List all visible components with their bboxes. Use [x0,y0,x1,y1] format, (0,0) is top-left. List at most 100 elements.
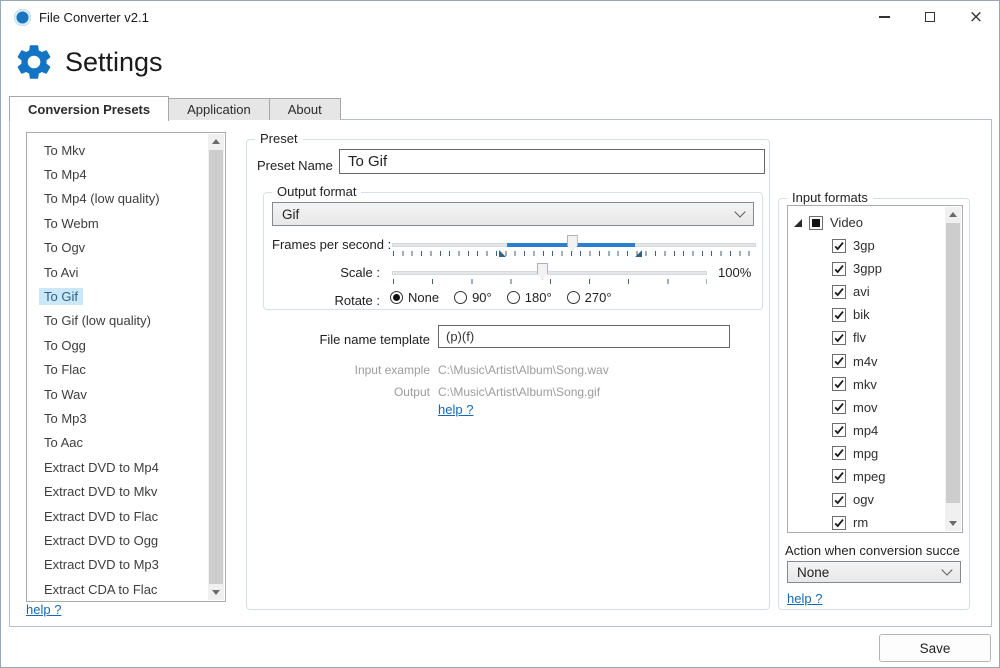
preset-list-item-label: To Ogv [39,239,90,256]
rotate-radio-option[interactable]: 180° [507,290,552,305]
tree-item-format[interactable]: flv [788,326,962,349]
maximize-button[interactable] [907,1,953,33]
scale-slider-thumb[interactable] [537,263,548,280]
preset-list-item[interactable]: Extract DVD to Mp4 [27,455,208,479]
scale-slider[interactable] [392,261,707,287]
check-icon [833,332,845,344]
preset-list-item-label: To Mp3 [39,410,92,427]
format-checkbox[interactable] [832,446,846,460]
check-icon [833,517,845,529]
preset-list-item-label: To Aac [39,434,88,451]
preset-list-item-label: To Wav [39,386,92,403]
format-checkbox[interactable] [832,331,846,345]
scroll-down-arrow[interactable] [945,516,961,531]
preset-list-item[interactable]: To Gif (low quality) [27,309,208,333]
format-checkbox[interactable] [832,354,846,368]
tree-item-format[interactable]: ogv [788,488,962,511]
scroll-down-arrow[interactable] [208,585,224,600]
format-checkbox[interactable] [832,239,846,253]
scroll-thumb[interactable] [946,223,960,503]
action-select[interactable]: None [787,561,961,583]
tree-item-format[interactable]: 3gpp [788,257,962,280]
tree-item-video[interactable]: Video [788,211,962,234]
tree-item-format[interactable]: 3gp [788,234,962,257]
preset-list-item-label: To Gif (low quality) [39,312,156,329]
fps-slider[interactable] [392,233,756,259]
format-checkbox[interactable] [832,262,846,276]
tree-item-format[interactable]: mov [788,396,962,419]
save-button[interactable]: Save [879,634,991,662]
tree-item-format[interactable]: avi [788,280,962,303]
tab-conversion-presets[interactable]: Conversion Presets [9,96,169,121]
format-checkbox[interactable] [832,423,846,437]
format-checkbox[interactable] [832,285,846,299]
close-button[interactable]: × [953,1,999,33]
tab-application[interactable]: Application [168,98,270,120]
preset-list-item[interactable]: Extract DVD to Mkv [27,479,208,503]
preset-list-item-label: To Gif [39,288,83,305]
check-icon [833,263,845,275]
format-checkbox[interactable] [832,516,846,530]
preset-list-item[interactable]: To Gif [27,284,208,308]
preset-list-item[interactable]: To Avi [27,260,208,284]
preset-list-item[interactable]: To Mp3 [27,406,208,430]
rotate-label: Rotate : [272,293,380,308]
tree-scrollbar[interactable] [945,207,961,531]
rotate-radio-option[interactable]: 90° [454,290,492,305]
preset-list-item[interactable]: To Mp4 [27,162,208,186]
tree-item-format[interactable]: mkv [788,373,962,396]
scale-slider-track[interactable] [392,271,707,275]
preset-list-item[interactable]: Extract DVD to Flac [27,504,208,528]
preset-list-item[interactable]: Extract DVD to Mp3 [27,553,208,577]
preset-list-item[interactable]: Extract CDA to Flac [27,577,208,601]
output-format-value: Gif [282,207,299,222]
expander-icon[interactable] [794,219,802,227]
preset-list-item[interactable]: To Mp4 (low quality) [27,187,208,211]
output-format-select[interactable]: Gif [272,202,754,226]
format-checkbox[interactable] [832,493,846,507]
preset-list-item[interactable]: Extract DVD to Ogg [27,528,208,552]
tree-item-format[interactable]: mp4 [788,419,962,442]
window-title: File Converter v2.1 [39,10,149,25]
preset-list-item[interactable]: To Aac [27,431,208,455]
preset-list-item[interactable]: To Webm [27,211,208,235]
check-icon [833,494,845,506]
minimize-icon [879,16,890,18]
rotate-option-label: 180° [525,290,552,305]
input-formats-help-link[interactable]: help ? [787,591,822,606]
scale-label: Scale : [272,265,380,280]
tree-item-format[interactable]: mpeg [788,465,962,488]
tree-item-format[interactable]: m4v [788,349,962,372]
preset-list-item-label: To Avi [39,264,83,281]
rotate-radio-option[interactable]: 270° [567,290,612,305]
check-icon [833,470,845,482]
fps-slider-thumb[interactable] [567,235,578,252]
rotate-radio-option[interactable]: None [390,290,439,305]
rotate-option-label: None [408,290,439,305]
tree-item-format[interactable]: mpg [788,442,962,465]
scroll-thumb[interactable] [209,150,223,584]
format-checkbox[interactable] [832,308,846,322]
format-checkbox[interactable] [832,377,846,391]
tree-item-format[interactable]: rm [788,511,962,533]
minimize-button[interactable] [861,1,907,33]
file-name-template-help-link[interactable]: help ? [438,402,473,417]
file-name-template-input[interactable] [438,325,730,348]
scroll-up-arrow[interactable] [945,207,961,222]
preset-name-input[interactable] [339,149,765,174]
preset-list-item[interactable]: To Ogv [27,236,208,260]
preset-list-item-label: To Webm [39,215,104,232]
format-checkbox[interactable] [832,400,846,414]
preset-list-scrollbar[interactable] [208,134,224,600]
preset-list-item-label: Extract DVD to Mp3 [39,556,164,573]
scroll-up-arrow[interactable] [208,134,224,149]
video-checkbox-indeterminate[interactable] [809,216,823,230]
tab-about[interactable]: About [269,98,341,120]
format-checkbox[interactable] [832,469,846,483]
preset-list-item[interactable]: To Mkv [27,138,208,162]
preset-list-help-link[interactable]: help ? [26,602,61,617]
preset-list-item[interactable]: To Flac [27,358,208,382]
tree-item-format[interactable]: bik [788,303,962,326]
preset-list-item[interactable]: To Wav [27,382,208,406]
preset-list-item[interactable]: To Ogg [27,333,208,357]
